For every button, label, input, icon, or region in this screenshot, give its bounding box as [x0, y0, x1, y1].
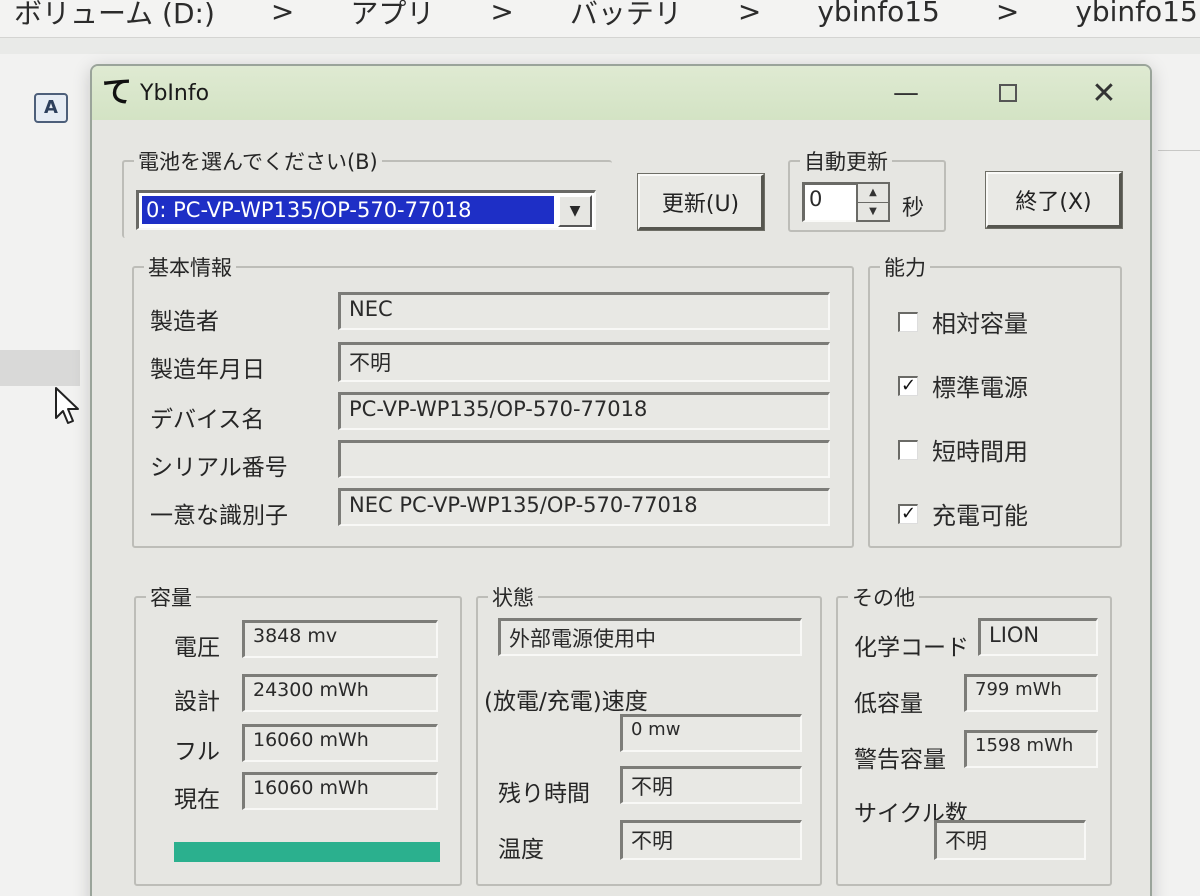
battery-select-legend: 電池を選んでください(B) — [134, 146, 382, 176]
serial-number-value — [338, 440, 830, 478]
device-name-label: デバイス名 — [150, 407, 265, 433]
charge-progress-fill — [174, 842, 440, 862]
warning-capacity-value: 1598 mWh — [964, 730, 1098, 768]
manufacture-date-value: 不明 — [338, 342, 830, 382]
capability-label: 充電可能 — [932, 502, 1028, 530]
spin-up-icon[interactable]: ▲ — [858, 184, 888, 202]
explorer-sidebar-selection — [0, 350, 80, 386]
exit-button[interactable]: 終了(X) — [985, 171, 1123, 229]
explorer-breadcrumb: ボリューム (D:) > アプリ > バッテリ > ybinfo15 > ybi… — [0, 0, 1200, 38]
auto-update-spinner[interactable]: ▲ ▼ — [856, 182, 890, 222]
checkbox-unchecked[interactable] — [898, 311, 918, 332]
breadcrumb-separator[interactable]: > — [996, 0, 1019, 28]
capabilities-legend: 能力 — [880, 252, 930, 282]
checkbox-unchecked[interactable] — [898, 439, 918, 460]
auto-update-group: 自動更新 0 ▲ ▼ 秒 — [788, 146, 946, 232]
breadcrumb-separator[interactable]: > — [490, 0, 513, 28]
remaining-time-label: 残り時間 — [498, 781, 590, 807]
battery-dropdown[interactable]: 0: PC-VP-WP135/OP-570-77018 ▼ — [136, 190, 596, 230]
low-capacity-label: 低容量 — [854, 691, 923, 717]
status-legend: 状態 — [488, 582, 538, 612]
voltage-label: 電圧 — [174, 635, 220, 661]
manufacturer-label: 製造者 — [150, 309, 219, 335]
power-state-value: 外部電源使用中 — [498, 618, 802, 656]
close-button[interactable]: ✕ — [1074, 74, 1134, 112]
app-icon: て — [102, 75, 132, 110]
basic-info-legend: 基本情報 — [144, 252, 236, 282]
ybinfo-dialog: て YbInfo — ✕ 電池を選んでください(B) 0: PC-VP-WP13… — [90, 64, 1152, 896]
update-button[interactable]: 更新(U) — [637, 173, 765, 231]
auto-update-interval-input[interactable]: 0 — [802, 182, 858, 222]
capability-rechargeable[interactable]: ✓ 充電可能 — [898, 496, 1028, 531]
auto-update-legend: 自動更新 — [800, 146, 892, 176]
minimize-button[interactable]: — — [876, 74, 936, 112]
capability-relative-capacity[interactable]: 相対容量 — [898, 304, 1028, 339]
current-capacity-value: 16060 mWh — [242, 772, 438, 810]
basic-info-group: 基本情報 製造者 NEC 製造年月日 不明 デバイス名 PC-VP-WP135/… — [132, 252, 854, 548]
capacity-legend: 容量 — [146, 582, 196, 612]
other-legend: その他 — [848, 582, 919, 612]
low-capacity-value: 799 mWh — [964, 674, 1098, 712]
temperature-value: 不明 — [620, 820, 802, 860]
auto-update-unit: 秒 — [902, 196, 925, 221]
serial-number-label: シリアル番号 — [150, 455, 288, 481]
breadcrumb-battery[interactable]: バッテリ — [570, 0, 682, 32]
capability-label: 標準電源 — [932, 374, 1028, 402]
remaining-time-value: 不明 — [620, 766, 802, 804]
breadcrumb-ybinfo15[interactable]: ybinfo15 — [817, 0, 940, 28]
title-bar[interactable]: て YbInfo — ✕ — [92, 66, 1150, 120]
breadcrumb-ybinfo15-sub[interactable]: ybinfo15 — [1075, 0, 1198, 28]
manufacture-date-label: 製造年月日 — [150, 357, 265, 383]
breadcrumb-apps[interactable]: アプリ — [350, 0, 434, 32]
capability-system-power[interactable]: ✓ 標準電源 — [898, 368, 1028, 403]
warning-capacity-label: 警告容量 — [854, 747, 946, 773]
current-capacity-label: 現在 — [174, 787, 220, 813]
cycle-count-value: 不明 — [934, 820, 1086, 860]
unique-id-label: 一意な識別子 — [150, 503, 288, 529]
window-title: YbInfo — [140, 80, 210, 106]
capabilities-group: 能力 相対容量 ✓ 標準電源 短時間用 ✓ 充電可能 — [868, 252, 1122, 548]
capability-label: 短時間用 — [932, 438, 1028, 466]
explorer-divider — [1158, 150, 1200, 151]
chemistry-value: LION — [978, 618, 1098, 656]
capability-label: 相対容量 — [932, 310, 1028, 338]
spin-down-icon[interactable]: ▼ — [858, 202, 888, 220]
voltage-value: 3848 mv — [242, 620, 438, 658]
full-capacity-label: フル — [174, 739, 220, 765]
screen: ボリューム (D:) > アプリ > バッテリ > ybinfo15 > ybi… — [0, 0, 1200, 896]
capacity-group: 容量 電圧 3848 mv 設計 24300 mWh フル 16060 mWh … — [134, 582, 462, 886]
design-capacity-label: 設計 — [174, 689, 220, 715]
full-capacity-value: 16060 mWh — [242, 724, 438, 762]
battery-dropdown-value: 0: PC-VP-WP135/OP-570-77018 — [142, 196, 554, 224]
chevron-down-icon[interactable]: ▼ — [558, 195, 592, 227]
charge-progress-bar — [174, 842, 440, 862]
manufacturer-value: NEC — [338, 292, 830, 330]
status-group: 状態 外部電源使用中 (放電/充電)速度 0 mw 残り時間 不明 温度 不明 — [476, 582, 822, 886]
rate-label: (放電/充電)速度 — [484, 689, 648, 715]
checkbox-checked[interactable]: ✓ — [898, 503, 918, 524]
chemistry-label: 化学コード — [854, 635, 969, 661]
unique-id-value: NEC PC-VP-WP135/OP-570-77018 — [338, 488, 830, 526]
breadcrumb-separator[interactable]: > — [738, 0, 761, 28]
design-capacity-value: 24300 mWh — [242, 674, 438, 712]
breadcrumb-drive[interactable]: ボリューム (D:) — [14, 0, 215, 32]
maximize-icon — [999, 84, 1017, 102]
rate-value: 0 mw — [620, 714, 802, 752]
device-name-value: PC-VP-WP135/OP-570-77018 — [338, 392, 830, 430]
capability-short-term[interactable]: 短時間用 — [898, 432, 1028, 467]
maximize-button[interactable] — [978, 74, 1038, 112]
mouse-cursor-icon — [55, 387, 79, 424]
other-group: その他 化学コード LION 低容量 799 mWh 警告容量 1598 mWh… — [836, 582, 1112, 886]
breadcrumb-separator[interactable]: > — [271, 0, 294, 28]
text-recognition-icon[interactable]: A — [34, 93, 68, 123]
temperature-label: 温度 — [498, 837, 544, 863]
checkbox-checked[interactable]: ✓ — [898, 375, 918, 396]
